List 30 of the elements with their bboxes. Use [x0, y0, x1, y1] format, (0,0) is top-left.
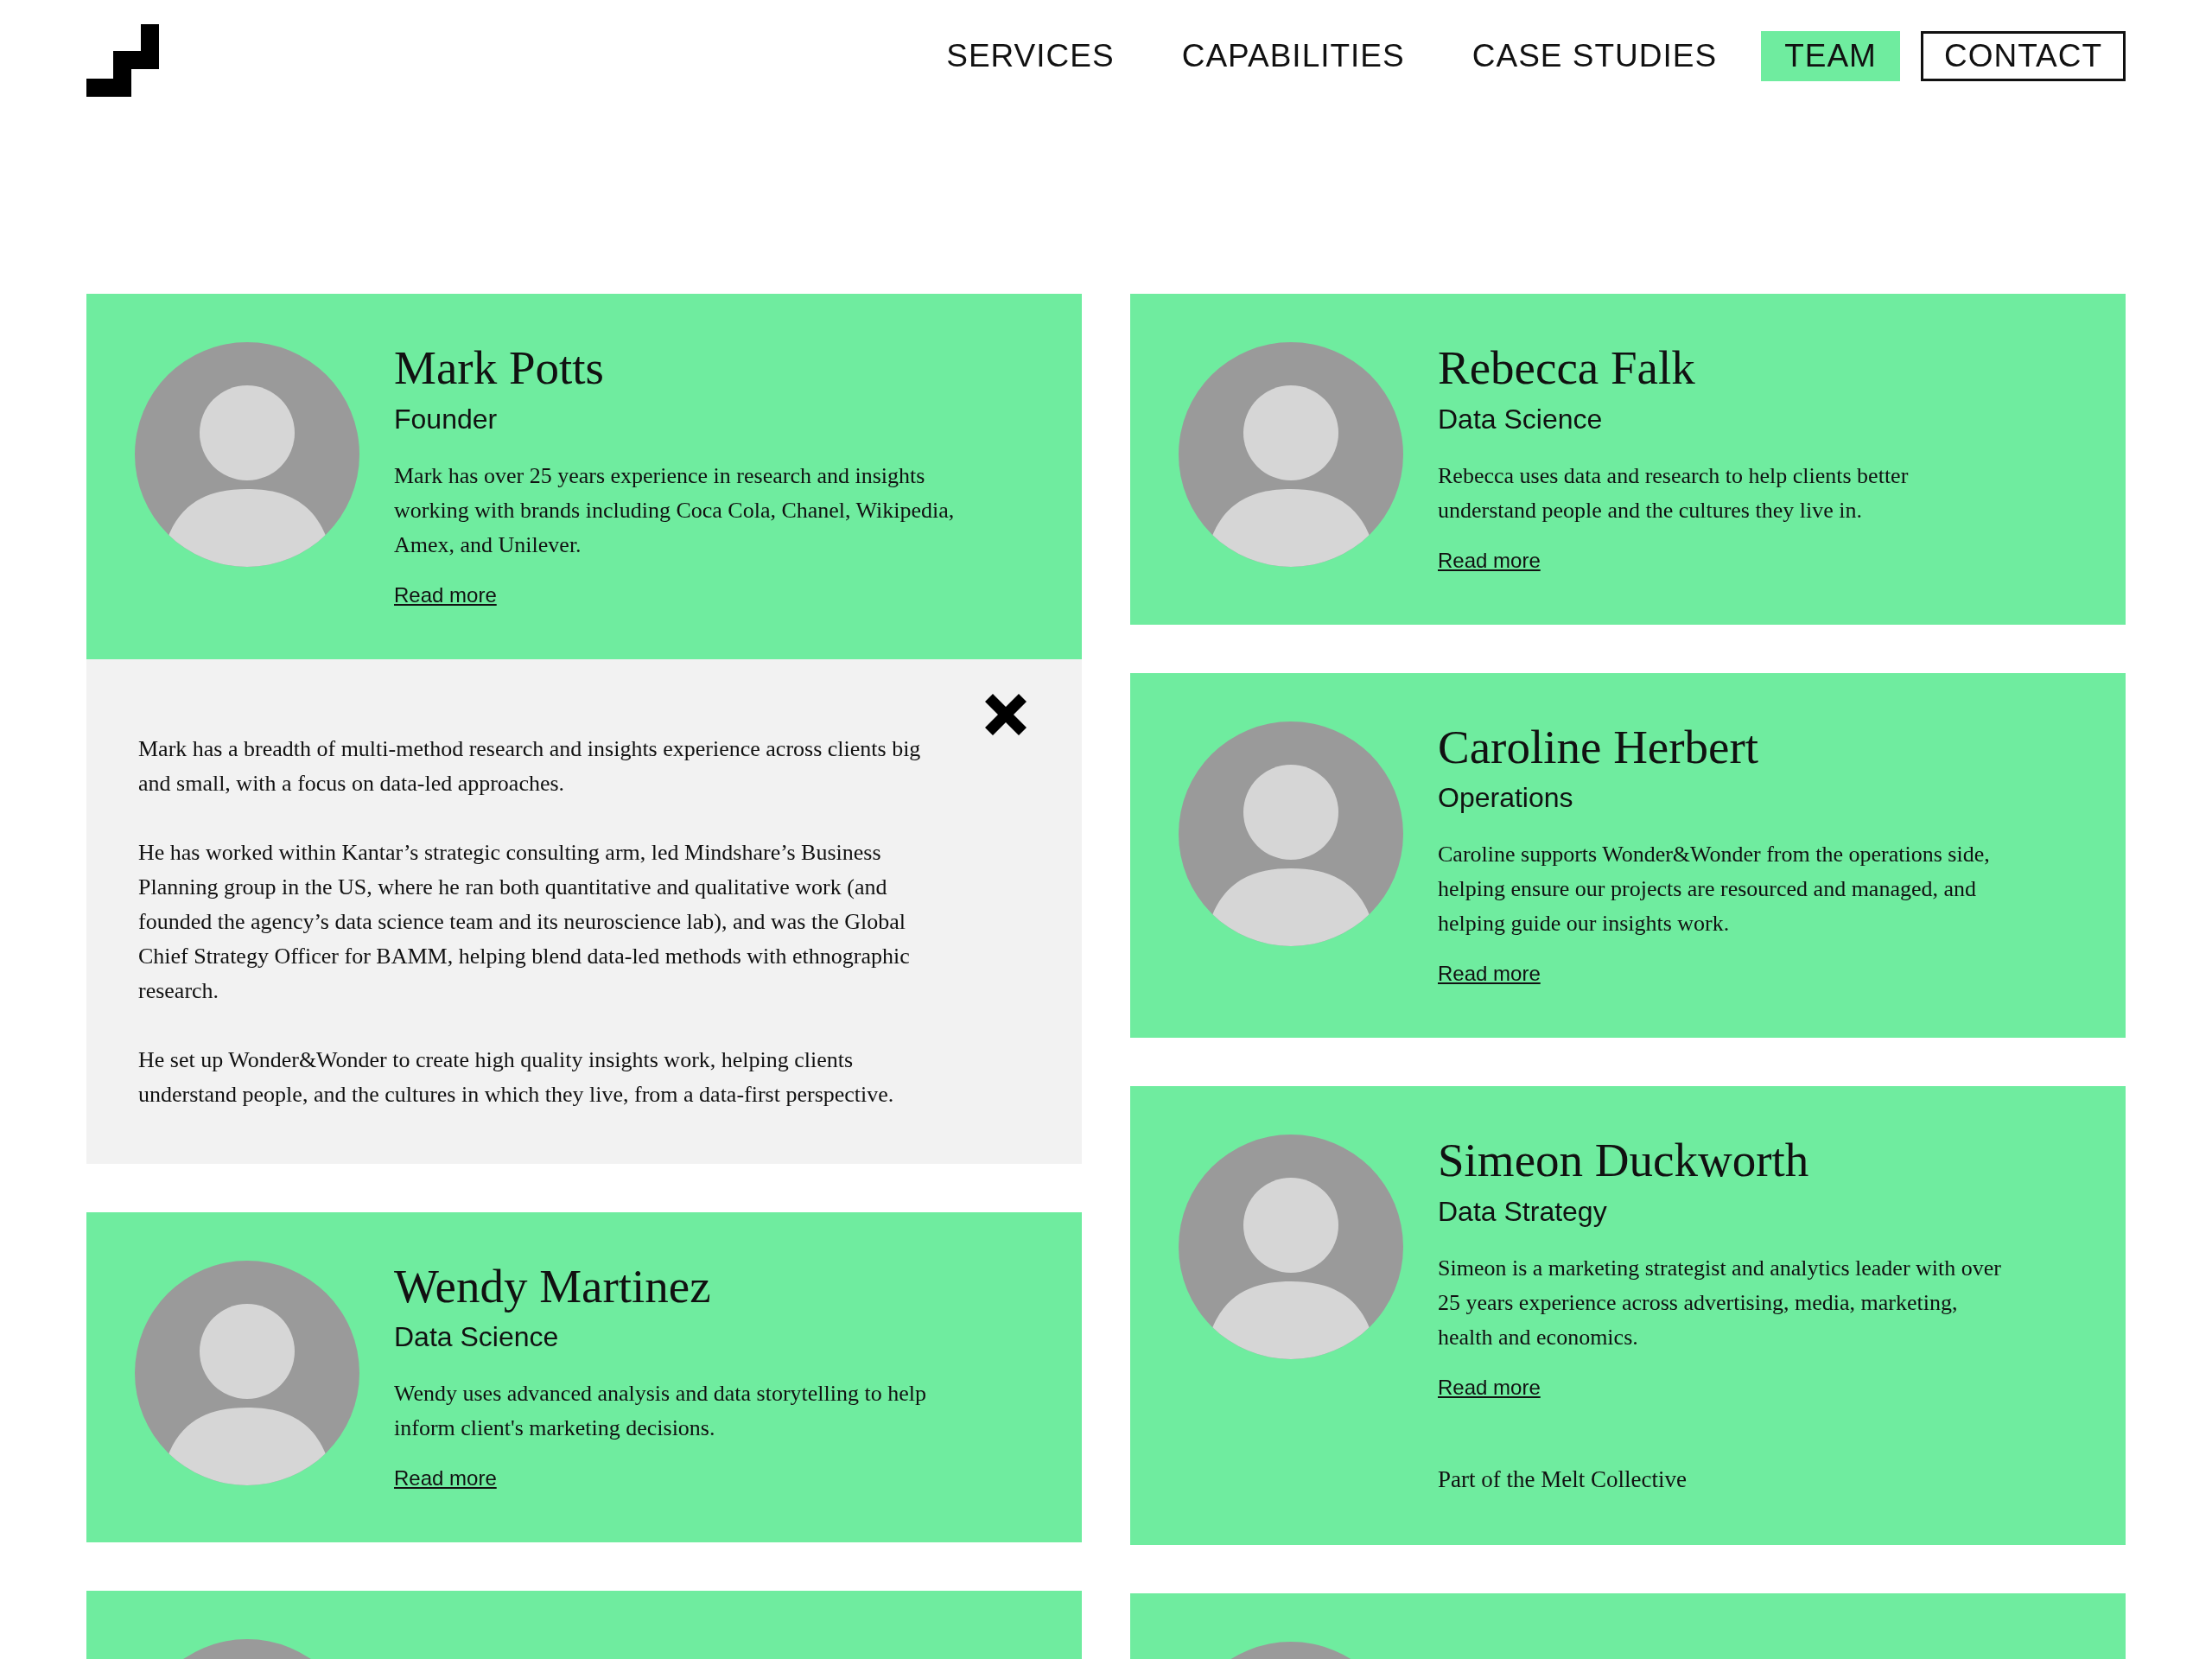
member-bio: Simeon is a marketing strategist and analytics leader with over 25 years experience across advertising, media, marketing, health and economics. — [1438, 1254, 2002, 1351]
member-role: Operations — [1438, 781, 1574, 815]
member-name: Caroline Herbert — [1438, 721, 1760, 773]
read-more-link[interactable]: Read more — [1438, 1375, 1541, 1399]
nav-link[interactable]: CONTACT — [1920, 31, 2126, 82]
nav-link[interactable]: CASE STUDIES — [1448, 31, 1741, 82]
member-role: Data Science — [394, 1320, 560, 1354]
member-name: Simeon Duckworth — [1438, 1135, 1810, 1187]
member-name: Rebecca Falk — [1438, 342, 1696, 395]
bio-paragraph: He has worked within Kantar’s strategic consulting arm, led Mindshare’s Business Planning group in the US, where he ran both quantitative and qualitative work (and founded the agency’s data science team and its neuroscience lab), and was the Global Chief Strategy Officer for BAMM, helping blend data-led methods with ethnographic research. — [138, 838, 911, 1005]
member-bio: Rebecca uses data and research to help clients better understand people and the cultures they live in. — [1438, 461, 1910, 524]
member-bio: Wendy uses advanced analysis and data storytelling to help inform client's marketing decisions. — [394, 1380, 927, 1442]
member-note: Part of the Melt Collective — [1438, 1465, 1688, 1494]
member-name: Wendy Martinez — [394, 1260, 712, 1313]
read-more-link[interactable]: Read more — [1438, 962, 1541, 985]
member-role: Data Science — [1438, 402, 1604, 436]
member-role: Data Strategy — [1438, 1194, 1608, 1229]
read-more-link[interactable]: Read more — [1438, 548, 1541, 572]
nav-link[interactable]: SERVICES — [923, 31, 1138, 82]
bio-paragraph: He set up Wonder&Wonder to create high quality insights work, helping clients understand people, and the cultures in which they live, from a data-first perspective. — [138, 1046, 895, 1109]
read-more-link[interactable]: Read more — [394, 1466, 497, 1490]
member-name: Mark Potts — [394, 342, 605, 395]
bio-paragraph: Mark has a breadth of multi-method research and insights experience across clients big and small, with a focus on data-led approaches. — [138, 734, 922, 798]
member-bio: Mark has over 25 years experience in research and insights working with brands including Coca Cola, Chanel, Wikipedia, Amex, and Unilever. — [394, 461, 956, 559]
nav-link[interactable]: CAPABILITIES — [1158, 31, 1428, 82]
member-role: Founder — [394, 402, 499, 436]
logo-icon[interactable] — [86, 24, 161, 99]
member-bio: Caroline supports Wonder&Wonder from the operations side, helping ensure our projects are resourced and managed, and helping guide our insights work. — [1438, 841, 1991, 938]
read-more-link[interactable]: Read more — [394, 582, 497, 607]
nav-link[interactable]: TEAM — [1761, 31, 1900, 82]
